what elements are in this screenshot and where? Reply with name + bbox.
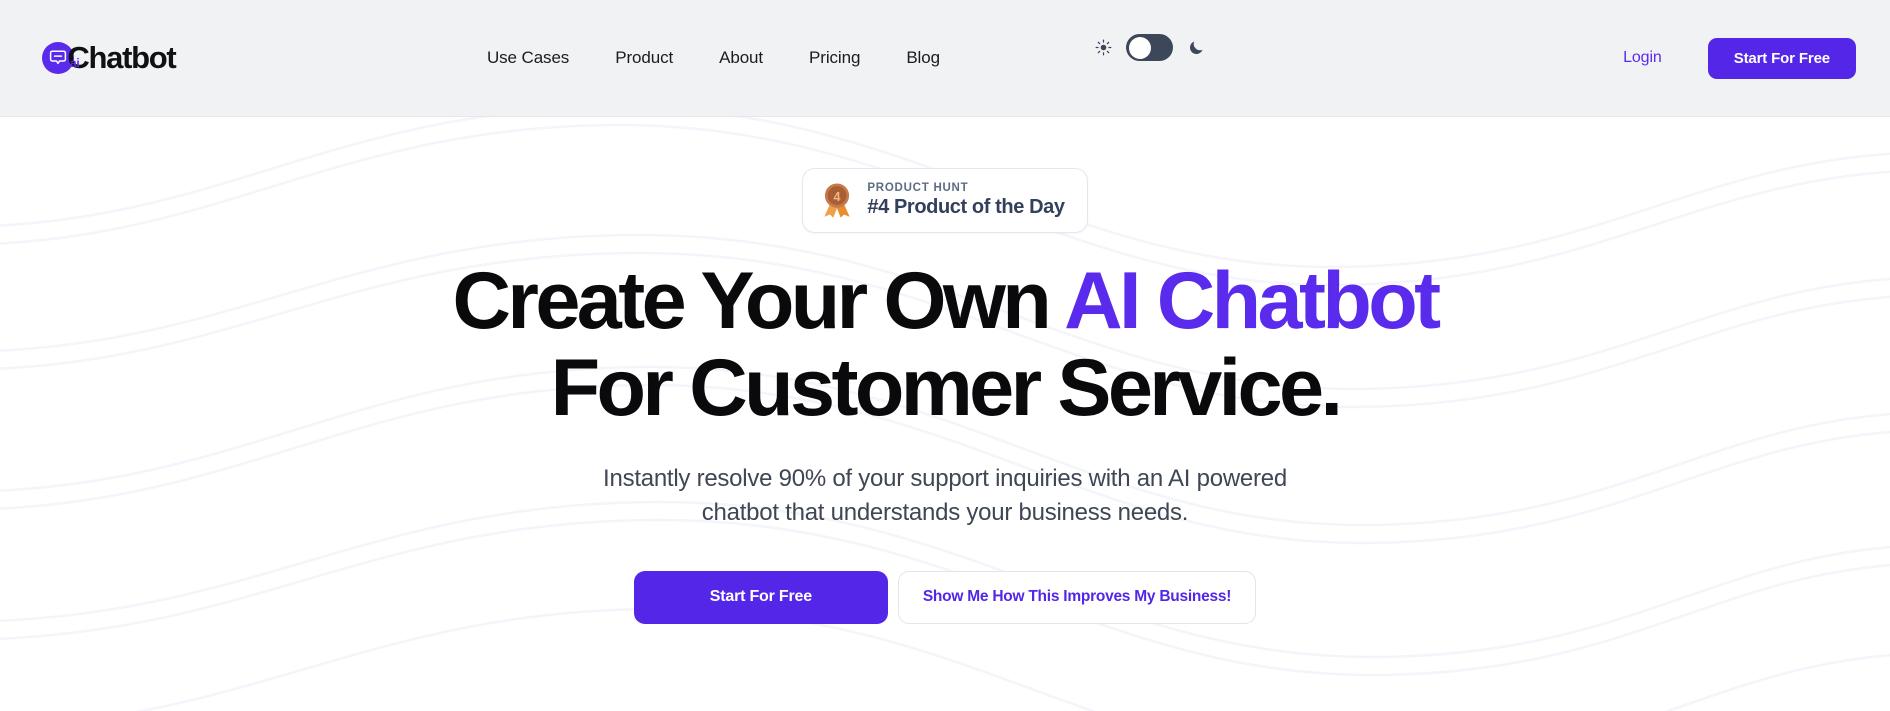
product-hunt-text: PRODUCT HUNT #4 Product of the Day [867,182,1065,219]
medal-icon: 4 [821,183,853,219]
product-hunt-title: #4 Product of the Day [867,196,1065,218]
theme-toggle-knob [1128,36,1151,59]
nav-item-pricing[interactable]: Pricing [809,48,860,68]
brand-logo[interactable]: ai Chatbot [42,40,177,76]
svg-text:4: 4 [834,189,841,203]
nav-item-use-cases[interactable]: Use Cases [487,48,569,68]
brand-name: Chatbot [67,40,176,75]
headline-part-1: Create Your Own [452,256,1065,346]
hero-cta-row: Start For Free Show Me How This Improves… [633,570,1257,624]
nav-item-blog[interactable]: Blog [906,48,940,68]
sun-icon[interactable] [1093,38,1113,58]
hero-section: 4 PRODUCT HUNT #4 Product of the Day Cre… [0,117,1890,624]
hero-show-me-how-button[interactable]: Show Me How This Improves My Business! [897,570,1257,624]
nav-item-about[interactable]: About [719,48,763,68]
primary-nav: Use Cases Product About Pricing Blog [487,48,1000,68]
hero-subheadline: Instantly resolve 90% of your support in… [603,465,1287,527]
theme-switcher [1093,34,1206,61]
header-actions: Login Start For Free [1623,37,1856,79]
product-hunt-badge[interactable]: 4 PRODUCT HUNT #4 Product of the Day [802,168,1088,233]
nav-item-product[interactable]: Product [615,48,673,68]
product-hunt-kicker: PRODUCT HUNT [867,182,969,194]
header-start-for-free-button[interactable]: Start For Free [1707,37,1856,79]
brand-superscript: ai [70,56,80,70]
headline-accent: AI Chatbot [1064,256,1441,346]
landing-page: ai Chatbot Use Cases Product About Prici… [0,0,1890,711]
brand-wordmark: ai Chatbot [67,40,176,76]
headline-line-2: For Customer Service. [550,343,1343,433]
page-title: Create Your Own AI Chatbot For Customer … [453,261,1442,433]
theme-toggle[interactable] [1126,34,1173,61]
site-header: ai Chatbot Use Cases Product About Prici… [0,0,1890,117]
hero-start-for-free-button[interactable]: Start For Free [633,570,888,624]
moon-icon[interactable] [1186,38,1206,58]
login-link[interactable]: Login [1623,49,1662,67]
